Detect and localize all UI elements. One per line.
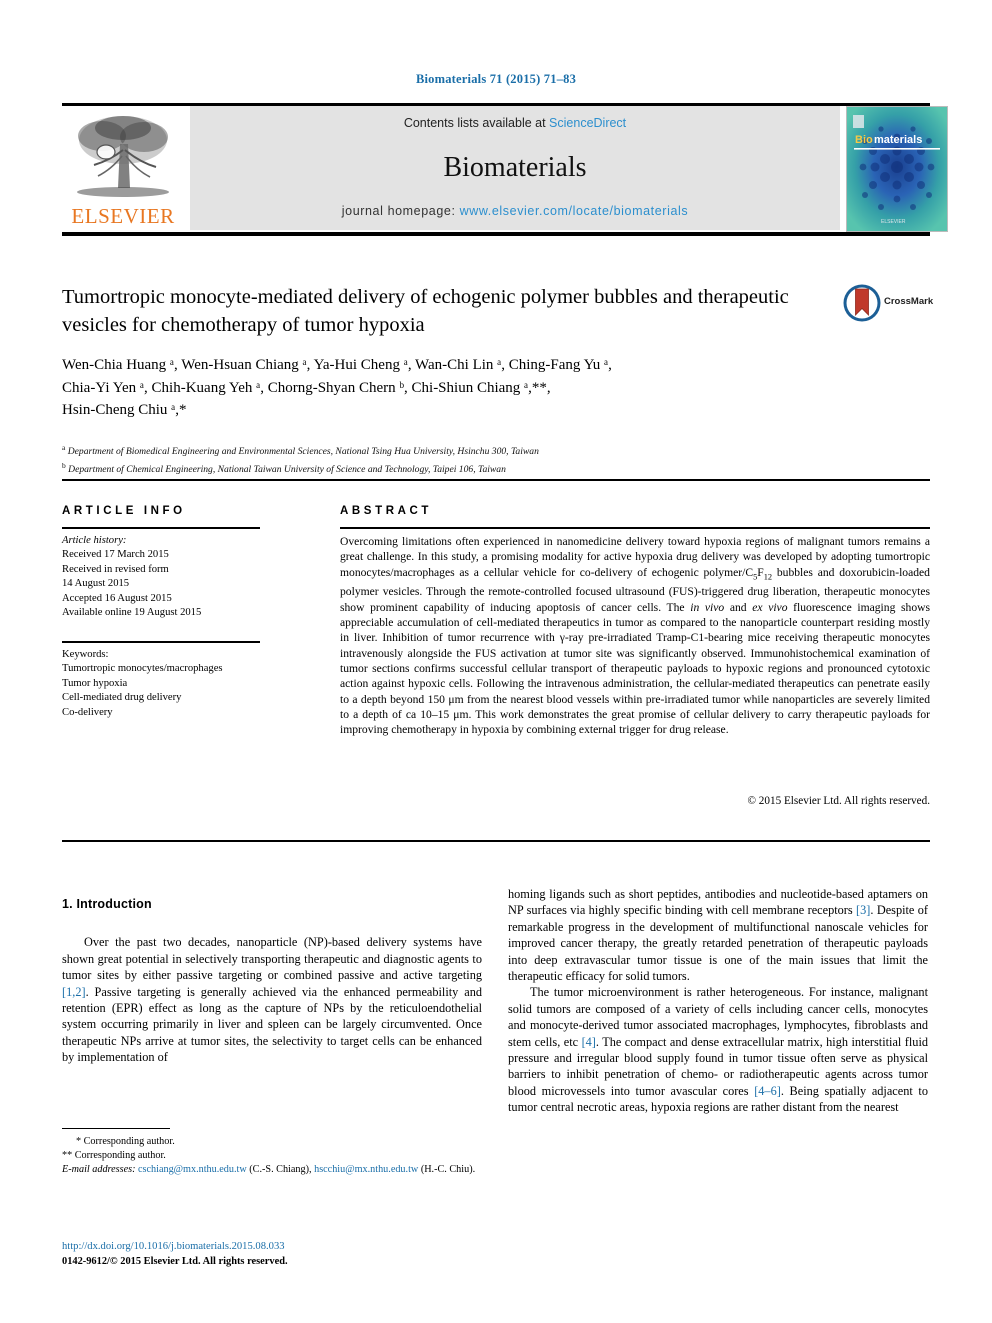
email-owner-chiu: (H.-C. Chiu).: [418, 1164, 476, 1176]
keywords-label: Keywords:: [62, 649, 109, 660]
journal-article-page: Biomaterials 71 (2015) 71–83 ELSEVIER Co…: [0, 0, 992, 1323]
abstract-emphasis-in-vivo: in vivo: [690, 600, 725, 614]
footnote-rule: [62, 1128, 170, 1129]
footnote-block: * Corresponding author. ** Corresponding…: [62, 1135, 482, 1178]
journal-masthead: ELSEVIER Contents lists available at Sci…: [62, 104, 948, 232]
svg-text:Bio: Bio: [855, 134, 873, 146]
paragraph: homing ligands such as short peptides, a…: [508, 886, 928, 984]
corresponding-author-note-2: ** Corresponding author.: [62, 1150, 166, 1162]
affiliation-a: a Department of Biomedical Engineering a…: [62, 441, 852, 459]
keyword-item: Cell-mediated drug delivery: [62, 692, 182, 704]
keyword-item: Tumortropic monocytes/macrophages: [62, 663, 223, 675]
elsevier-wordmark: ELSEVIER: [71, 204, 175, 228]
masthead-panel: Contents lists available at ScienceDirec…: [190, 106, 840, 230]
citation-ref[interactable]: [4–6]: [754, 1084, 781, 1098]
body-divider-rule: [62, 840, 930, 842]
doi-block: http://dx.doi.org/10.1016/j.biomaterials…: [62, 1240, 482, 1269]
body-column-left: 1. Introduction Over the past two decade…: [62, 896, 482, 1066]
journal-cover-art: Bio materials ELSEVIER: [847, 107, 947, 231]
affiliation-b-text: Department of Chemical Engineering, Nati…: [68, 463, 506, 475]
author-line-2: Chia-Yi Yen ᵃ, Chih-Kuang Yeh ᵃ, Chorng-…: [62, 379, 551, 396]
elsevier-tree-icon: [77, 116, 169, 197]
article-history-block: Article history: Received 17 March 2015 …: [62, 534, 272, 620]
author-line-1: Wen-Chia Huang ᵃ, Wen-Hsuan Chiang ᵃ, Ya…: [62, 357, 612, 373]
abstract-rule: [340, 527, 930, 529]
journal-cover-thumbnail: Bio materials ELSEVIER: [846, 106, 948, 232]
title-block: Tumortropic monocyte-mediated delivery o…: [62, 283, 832, 339]
running-head: Biomaterials 71 (2015) 71–83: [415, 72, 577, 86]
crossmark-badge[interactable]: CrossMark: [842, 283, 938, 323]
article-history-line: Accepted 16 August 2015: [62, 592, 172, 604]
sciencedirect-link[interactable]: ScienceDirect: [549, 116, 626, 130]
journal-homepage-link[interactable]: www.elsevier.com/locate/biomaterials: [460, 204, 689, 218]
elsevier-logo: ELSEVIER: [62, 106, 184, 230]
author-line-3: Hsin-Cheng Chiu ᵃ,*: [62, 402, 187, 418]
paragraph: Over the past two decades, nanoparticle …: [62, 934, 482, 1065]
email-addresses-label: E-mail addresses:: [62, 1164, 136, 1176]
homepage-prefix: journal homepage:: [341, 204, 460, 218]
affiliation-list: a Department of Biomedical Engineering a…: [62, 441, 852, 476]
abstract-text: Overcoming limitations often experienced…: [340, 534, 930, 738]
journal-homepage-line: journal homepage: www.elsevier.com/locat…: [190, 204, 840, 218]
email-addresses-line: E-mail addresses: cschiang@mx.nthu.edu.t…: [62, 1164, 475, 1175]
crossmark-icon: [843, 284, 881, 322]
affiliation-a-text: Department of Biomedical Engineering and…: [67, 446, 539, 458]
abstract-emphasis-ex-vivo: ex vivo: [752, 600, 788, 614]
crossmark-label: CrossMark: [884, 296, 934, 307]
citation-ref[interactable]: [3]: [856, 903, 870, 917]
journal-title: Biomaterials: [443, 152, 587, 183]
affiliation-b-mark: b: [62, 460, 66, 470]
abstract-part-1e: fluorescence imaging shows appreciable a…: [340, 600, 931, 737]
paragraph: The tumor microenvironment is rather het…: [508, 984, 928, 1115]
citation-ref[interactable]: [4]: [582, 1035, 596, 1049]
article-history-line: Received 17 March 2015: [62, 549, 169, 561]
corresponding-author-note-1: * Corresponding author.: [76, 1136, 175, 1147]
article-history-line: Received in revised form: [62, 563, 169, 575]
keywords-rule: [62, 641, 260, 643]
contents-prefix: Contents lists available at: [403, 116, 550, 130]
article-history-line: 14 August 2015: [62, 578, 130, 590]
author-list: Wen-Chia Huang ᵃ, Wen-Hsuan Chiang ᵃ, Ya…: [62, 354, 852, 422]
abstract-copyright: © 2015 Elsevier Ltd. All rights reserved…: [747, 795, 931, 807]
page-title: Tumortropic monocyte-mediated delivery o…: [62, 286, 789, 336]
citation-ref[interactable]: [1,2]: [62, 985, 86, 999]
keywords-block: Keywords: Tumortropic monocytes/macropha…: [62, 648, 272, 720]
doi-link[interactable]: http://dx.doi.org/10.1016/j.biomaterials…: [62, 1240, 482, 1255]
article-info-rule: [62, 527, 260, 529]
issn-copyright-line: 0142-9612/© 2015 Elsevier Ltd. All right…: [62, 1255, 288, 1267]
email-link-chiu[interactable]: hscchiu@mx.nthu.edu.tw: [314, 1164, 418, 1175]
affiliation-a-mark: a: [62, 443, 66, 452]
paragraph-text: . Passive targeting is generally achieve…: [62, 984, 482, 1065]
svg-text:materials: materials: [874, 134, 922, 146]
affiliation-b: b Department of Chemical Engineering, Na…: [62, 459, 852, 477]
article-info-heading: ARTICLE INFO: [62, 505, 186, 517]
section-title-introduction: 1. Introduction: [62, 897, 152, 911]
contents-lists-line: Contents lists available at ScienceDirec…: [190, 116, 840, 130]
paragraph-text: Over the past two decades, nanoparticle …: [62, 935, 482, 983]
body-column-right: homing ligands such as short peptides, a…: [508, 886, 928, 1116]
keyword-item: Tumor hypoxia: [62, 677, 128, 689]
abstract-heading: ABSTRACT: [340, 505, 433, 517]
email-link-chiang[interactable]: cschiang@mx.nthu.edu.tw: [138, 1164, 247, 1175]
header-divider-rule: [62, 479, 930, 481]
keyword-item: Co-delivery: [62, 706, 113, 718]
article-history-label: Article history:: [62, 535, 127, 546]
masthead-bottom-rule: [62, 232, 930, 236]
email-owner-chiang: (C.-S. Chiang),: [246, 1164, 315, 1176]
abstract-part-1d: and: [724, 600, 753, 614]
article-history-line: Available online 19 August 2015: [62, 607, 202, 619]
abstract-subscript-12: 12: [763, 572, 773, 581]
svg-text:ELSEVIER: ELSEVIER: [881, 219, 906, 225]
